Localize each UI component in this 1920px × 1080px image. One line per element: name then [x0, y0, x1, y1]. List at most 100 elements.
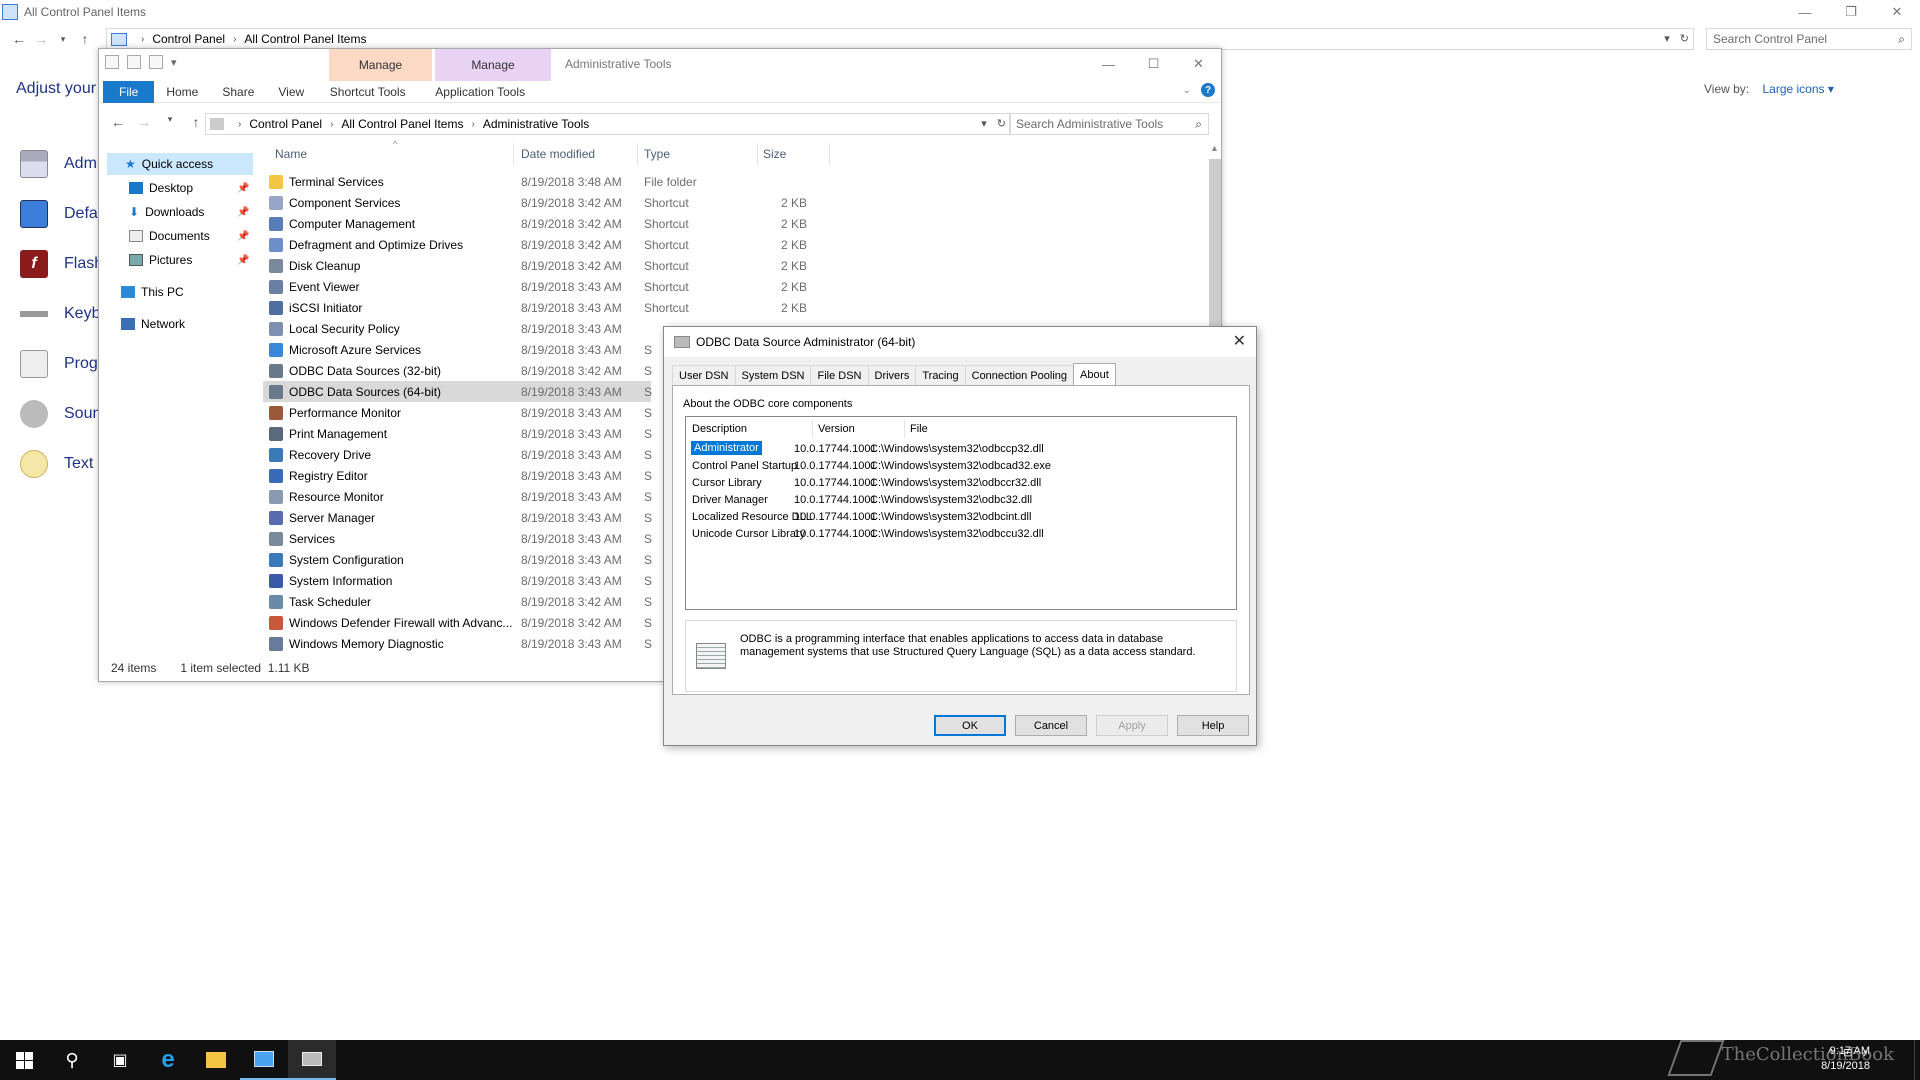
apply-button[interactable]: Apply [1096, 715, 1168, 736]
column-size[interactable]: Size [763, 147, 786, 161]
tab-file[interactable]: File [103, 80, 155, 103]
explorer-address-bar[interactable]: › Control Panel › All Control Panel Item… [205, 113, 1011, 135]
nav-quick-access[interactable]: ★ Quick access [107, 153, 253, 175]
file-row[interactable]: System Configuration 8/19/2018 3:43 AM S [263, 549, 683, 570]
file-row[interactable]: System Information 8/19/2018 3:43 AM S [263, 570, 683, 591]
breadcrumb-control-panel[interactable]: Control Panel [152, 32, 225, 46]
file-row[interactable]: Print Management 8/19/2018 3:43 AM S [263, 423, 683, 444]
component-row[interactable]: Driver Manager 10.0.17744.1001 C:\Windows\… [692, 492, 1232, 509]
recent-locations-chevron-icon[interactable]: ▾ [159, 114, 181, 130]
file-row[interactable]: Services 8/19/2018 3:43 AM S [263, 528, 683, 549]
scroll-up-arrow-icon[interactable]: ▲ [1210, 143, 1219, 153]
tab-share[interactable]: Share [210, 81, 266, 103]
checkmark-icon[interactable] [127, 55, 141, 69]
cp-item-administrative-tools[interactable]: Admi [20, 150, 100, 178]
tab-file-dsn[interactable]: File DSN [810, 365, 869, 385]
column-description[interactable]: Description [692, 423, 747, 435]
cp-item-flash-player[interactable]: f Flash [20, 250, 103, 278]
column-version[interactable]: Version [818, 423, 855, 435]
up-arrow-icon[interactable]: ↑ [185, 114, 207, 130]
close-button[interactable]: ✕ [1176, 49, 1221, 79]
internet-explorer-icon[interactable]: e [144, 1040, 192, 1080]
nav-pictures[interactable]: Pictures 📌 [129, 249, 249, 271]
cp-item-text-to-speech[interactable]: Text t [20, 450, 102, 478]
up-arrow-icon[interactable]: ↑ [74, 31, 96, 47]
refresh-icon[interactable]: ↻ [997, 117, 1006, 130]
help-icon[interactable]: ? [1201, 83, 1215, 97]
file-row[interactable]: Resource Monitor 8/19/2018 3:43 AM S [263, 486, 683, 507]
file-row[interactable]: Performance Monitor 8/19/2018 3:43 AM S [263, 402, 683, 423]
tab-about[interactable]: About [1073, 363, 1116, 385]
file-row[interactable]: Task Scheduler 8/19/2018 3:42 AM S [263, 591, 683, 612]
column-name[interactable]: Name [275, 147, 307, 161]
file-row[interactable]: Windows Defender Firewall with Advanc...… [263, 612, 683, 633]
file-row[interactable]: Disk Cleanup 8/19/2018 3:42 AM Shortcut 2 K… [263, 255, 807, 276]
file-row[interactable]: Microsoft Azure Services 8/19/2018 3:43 A… [263, 339, 683, 360]
expand-ribbon-chevron-icon[interactable]: ⌄ [1183, 85, 1191, 96]
breadcrumb-control-panel[interactable]: Control Panel [249, 117, 322, 131]
search-icon[interactable]: ⚲ [48, 1040, 96, 1080]
tab-user-dsn[interactable]: User DSN [672, 365, 736, 385]
file-row[interactable]: iSCSI Initiator 8/19/2018 3:43 AM Shortcut… [263, 297, 807, 318]
tab-tracing[interactable]: Tracing [915, 365, 966, 385]
cp-item-keyboard[interactable]: Keybo [20, 300, 109, 328]
refresh-icon[interactable]: ↻ [1680, 32, 1689, 45]
breadcrumb-all-items[interactable]: All Control Panel Items [341, 117, 463, 131]
component-row[interactable]: Unicode Cursor Library 10.0.17744.1001 C:\… [692, 526, 1232, 543]
odbc-taskbar-icon[interactable] [288, 1040, 336, 1080]
explorer-search-input[interactable]: Search Administrative Tools ⌕ [1009, 113, 1209, 135]
close-button[interactable]: ✕ [1874, 0, 1920, 24]
nav-downloads[interactable]: ⬇ Downloads 📌 [129, 201, 249, 223]
nav-desktop[interactable]: Desktop 📌 [129, 177, 249, 199]
forward-arrow-icon[interactable]: → [30, 31, 52, 47]
file-explorer-icon[interactable] [192, 1040, 240, 1080]
control-panel-taskbar-icon[interactable] [240, 1040, 288, 1080]
nav-network[interactable]: Network [121, 313, 185, 335]
cp-search-input[interactable]: Search Control Panel ⌕ [1706, 28, 1912, 50]
cp-item-sound[interactable]: Soun [20, 400, 101, 428]
cancel-button[interactable]: Cancel [1015, 715, 1087, 736]
tab-connection-pooling[interactable]: Connection Pooling [964, 365, 1075, 385]
tab-home[interactable]: Home [154, 81, 210, 103]
breadcrumb-all-items[interactable]: All Control Panel Items [244, 32, 366, 46]
tab-application-tools[interactable]: Application Tools [422, 81, 538, 103]
file-row[interactable]: ODBC Data Sources (32-bit) 8/19/2018 3:42… [263, 360, 683, 381]
cp-item-default-programs[interactable]: Defau [20, 200, 107, 228]
file-row[interactable]: Server Manager 8/19/2018 3:43 AM S [263, 507, 683, 528]
file-row[interactable]: Local Security Policy 8/19/2018 3:43 AM [263, 318, 683, 339]
file-row[interactable]: ODBC Data Sources (64-bit) 8/19/2018 3:43… [263, 381, 652, 402]
address-dropdown-icon[interactable]: ▾ [1664, 32, 1670, 45]
components-list[interactable]: Description Version File Administrator 10… [685, 416, 1237, 610]
tab-view[interactable]: View [266, 81, 316, 103]
component-row[interactable]: Control Panel Startup 10.0.17744.1001 C:\W… [692, 458, 1232, 475]
component-row[interactable]: Cursor Library 10.0.17744.1001 C:\Windows\… [692, 475, 1232, 492]
show-desktop-button[interactable] [1914, 1040, 1920, 1080]
back-arrow-icon[interactable]: ← [107, 114, 129, 130]
file-row[interactable]: Defragment and Optimize Drives 8/19/2018 … [263, 234, 807, 255]
tab-system-dsn[interactable]: System DSN [734, 365, 812, 385]
ok-button[interactable]: OK [934, 715, 1006, 736]
help-button[interactable]: Help [1177, 715, 1249, 736]
recent-locations-chevron-icon[interactable]: ▾ [52, 34, 74, 45]
file-row[interactable]: Event Viewer 8/19/2018 3:43 AM Shortcut 2 K… [263, 276, 807, 297]
new-folder-icon[interactable] [149, 55, 163, 69]
nav-documents[interactable]: Documents 📌 [129, 225, 249, 247]
forward-arrow-icon[interactable]: → [133, 114, 155, 130]
component-row[interactable]: Localized Resource DLL 10.0.17744.1001 C:\… [692, 509, 1232, 526]
cp-address-bar[interactable]: › Control Panel › All Control Panel Item… [106, 28, 1694, 50]
tab-drivers[interactable]: Drivers [867, 365, 917, 385]
start-button[interactable] [0, 1040, 48, 1080]
file-row[interactable]: Registry Editor 8/19/2018 3:43 AM S [263, 465, 683, 486]
file-row[interactable]: Terminal Services 8/19/2018 3:48 AM File f… [263, 171, 697, 192]
maximize-button[interactable]: ☐ [1131, 49, 1176, 79]
cp-item-programs[interactable]: Progr [20, 350, 103, 378]
file-row[interactable]: Component Services 8/19/2018 3:42 AM Short… [263, 192, 807, 213]
close-icon[interactable]: ✕ [1233, 331, 1246, 351]
customize-toolbar-chevron-icon[interactable]: ▾ [171, 56, 177, 69]
properties-icon[interactable] [105, 55, 119, 69]
file-row[interactable]: Recovery Drive 8/19/2018 3:43 AM S [263, 444, 683, 465]
view-by-dropdown[interactable]: Large icons ▾ [1762, 82, 1833, 96]
restore-button[interactable]: ❐ [1828, 0, 1874, 24]
column-type[interactable]: Type [644, 147, 670, 161]
column-file[interactable]: File [910, 423, 928, 435]
